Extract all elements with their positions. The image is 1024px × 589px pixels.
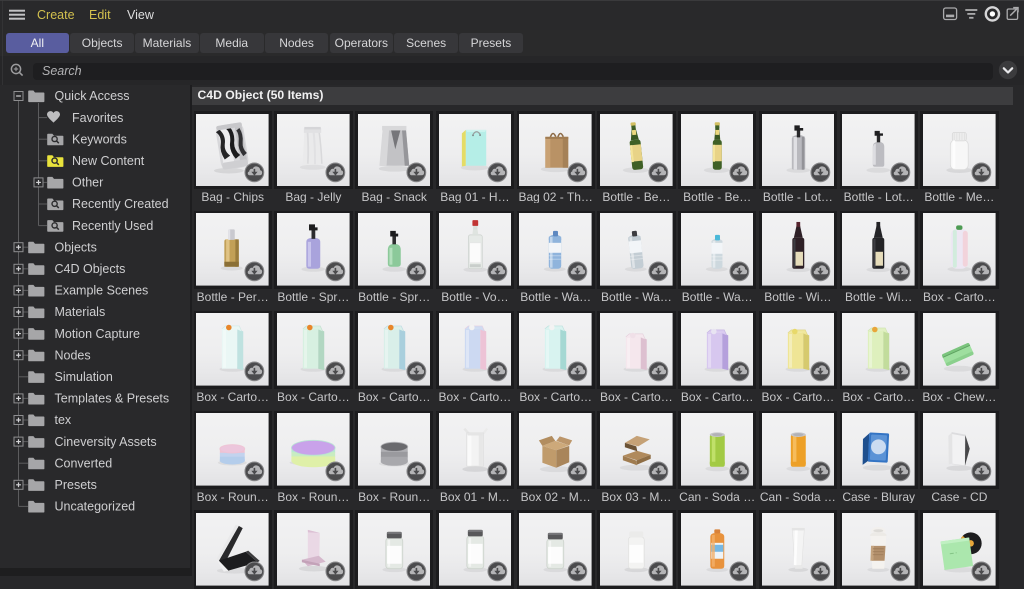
svg-text:Recently Created: Recently Created [72,197,169,211]
svg-text:Motion Capture: Motion Capture [55,327,141,341]
svg-text:Nodes: Nodes [55,348,91,362]
svg-text:C4D Objects: C4D Objects [55,262,126,276]
svg-text:Simulation: Simulation [55,370,113,384]
svg-text:Keywords: Keywords [72,132,127,146]
svg-text:Objects: Objects [55,240,97,254]
svg-text:Uncategorized: Uncategorized [55,500,136,514]
svg-text:Converted: Converted [55,456,113,470]
svg-text:tex: tex [55,413,72,427]
svg-text:Templates & Presets: Templates & Presets [55,392,170,406]
svg-text:Materials: Materials [55,305,106,319]
svg-text:Other: Other [72,176,103,190]
svg-text:Recently Used: Recently Used [72,219,153,233]
svg-text:Quick Access: Quick Access [55,89,130,103]
svg-text:Presets: Presets [55,478,97,492]
svg-text:New Content: New Content [72,154,145,168]
svg-text:Example Scenes: Example Scenes [55,284,149,298]
svg-text:Favorites: Favorites [72,111,123,125]
svg-text:Cineversity Assets: Cineversity Assets [55,435,157,449]
